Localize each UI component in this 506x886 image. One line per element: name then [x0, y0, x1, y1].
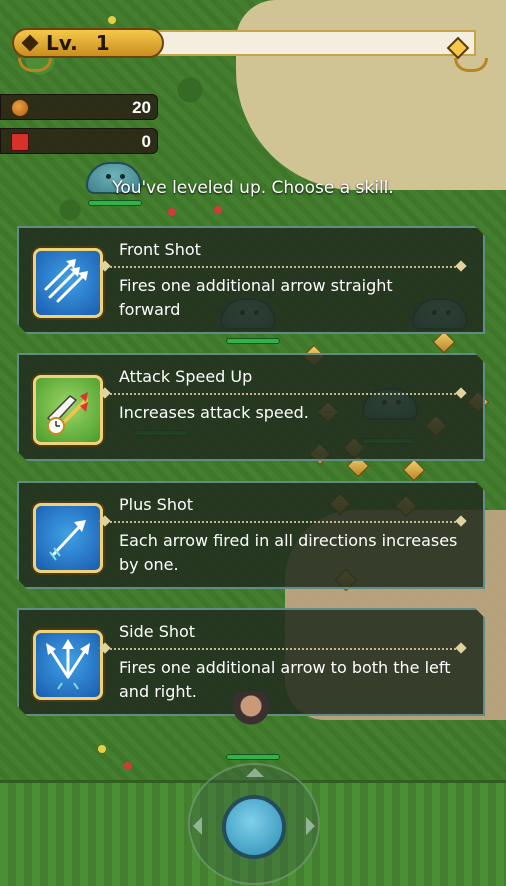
joystick-right-arrow-icon	[306, 817, 324, 835]
level-value: 1	[95, 31, 110, 55]
skill-description: Fires one additional arrow straight forw…	[119, 276, 393, 319]
skill-name: Plus Shot	[119, 495, 194, 514]
coin-icon	[11, 99, 29, 117]
level-label: Lv.	[46, 31, 78, 55]
skill-card-attack-speed-up[interactable]: Attack Speed Up Increases attack speed.	[17, 353, 485, 461]
coin-count: 20	[132, 98, 151, 117]
player-character	[233, 692, 269, 732]
chest-icon	[11, 133, 29, 151]
experience-progress-track	[158, 30, 476, 60]
attack-speed-icon	[33, 375, 103, 445]
red-flower	[214, 206, 222, 214]
skill-description: Increases attack speed.	[119, 403, 309, 422]
joystick-up-arrow-icon	[246, 759, 264, 777]
skill-card-plus-shot[interactable]: Plus Shot Each arrow fired in all direct…	[17, 481, 485, 589]
chest-count: 0	[141, 132, 151, 151]
enemy-health-bar	[226, 338, 280, 344]
skill-description: Each arrow fired in all directions incre…	[119, 531, 458, 574]
level-bar: Lv. 1	[8, 26, 498, 72]
enemy-health-bar	[88, 200, 142, 206]
skill-card-front-shot[interactable]: Front Shot Fires one additional arrow st…	[17, 226, 485, 334]
level-badge: Lv. 1	[12, 28, 164, 58]
diamond-icon	[21, 34, 39, 52]
skill-divider	[99, 642, 467, 654]
level-bar-end-diamond	[446, 36, 470, 60]
plus-shot-arrow-icon	[33, 503, 103, 573]
yellow-flower	[98, 745, 106, 753]
skill-divider	[99, 387, 467, 399]
side-shot-arrows-icon	[33, 630, 103, 700]
chest-counter: 0	[0, 128, 158, 154]
skill-divider	[99, 260, 467, 272]
red-flower	[124, 762, 132, 770]
joystick-knob[interactable]	[222, 795, 286, 859]
skill-description: Fires one additional arrow to both the l…	[119, 658, 451, 701]
front-shot-arrows-icon	[33, 248, 103, 318]
yellow-flower	[108, 16, 116, 24]
joystick-left-arrow-icon	[184, 817, 202, 835]
red-flower	[168, 208, 176, 216]
skill-name: Front Shot	[119, 240, 201, 259]
skill-name: Side Shot	[119, 622, 196, 641]
skill-divider	[99, 515, 467, 527]
skill-name: Attack Speed Up	[119, 367, 253, 386]
level-up-prompt: You've leveled up. Choose a skill.	[112, 178, 394, 198]
coin-counter: 20	[0, 94, 158, 120]
virtual-joystick[interactable]	[188, 763, 320, 885]
